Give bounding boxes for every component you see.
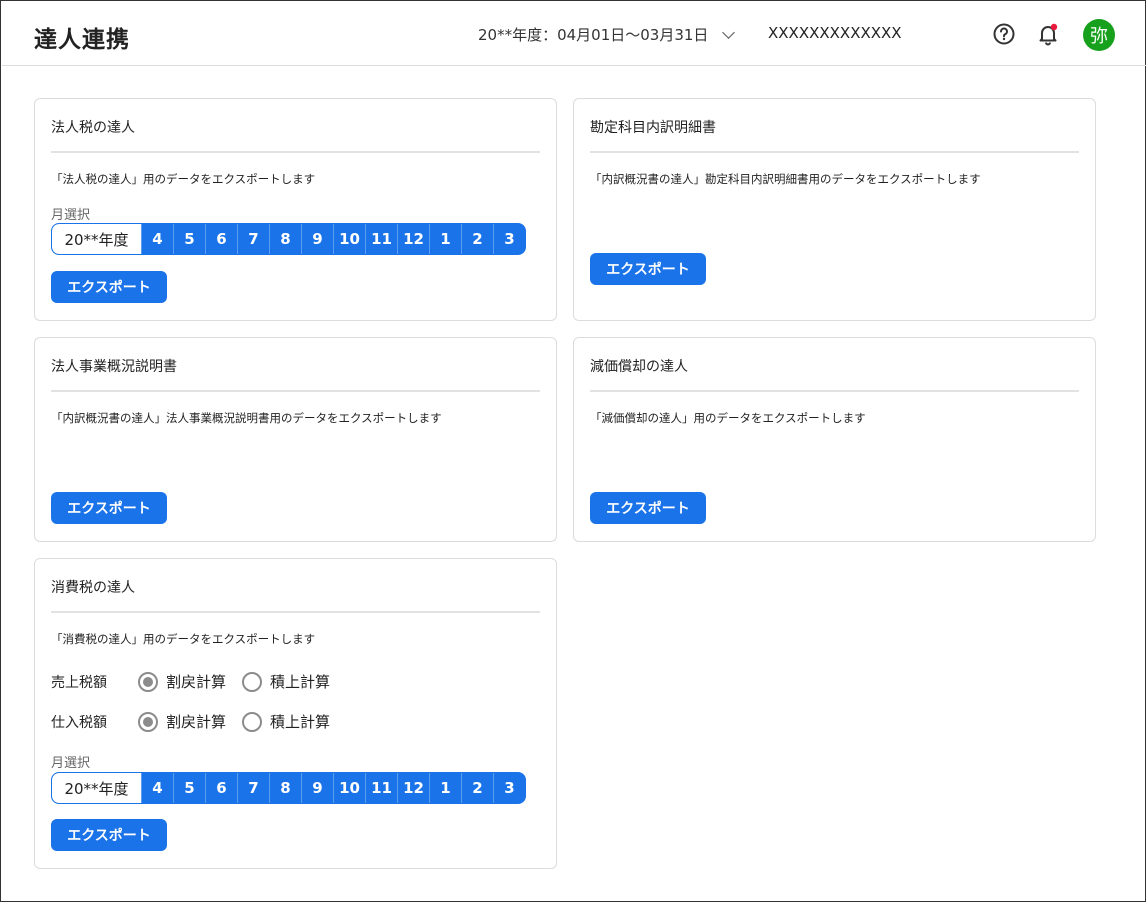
radio-button[interactable] <box>242 671 263 692</box>
month-year-label: 20**年度 <box>52 224 141 254</box>
bell-icon[interactable] <box>1034 20 1062 48</box>
option-label: 割戻計算 <box>166 673 227 691</box>
fiscal-period-selector[interactable]: 20**年度：04月01日〜03月31日 <box>478 24 736 45</box>
month-button[interactable]: 7 <box>237 224 269 254</box>
month-button[interactable]: 9 <box>301 224 333 254</box>
month-year-label: 20**年度 <box>52 773 141 803</box>
purchase-tax-label: 仕入税額 <box>51 714 107 731</box>
app-window: 達人連携 20**年度：04月01日〜03月31日 XXXXXXXXXXXXX … <box>0 0 1146 902</box>
divider <box>51 611 540 613</box>
month-select-label: 月選択 <box>51 208 91 223</box>
card-title: 勘定科目内訳明細書 <box>590 120 716 136</box>
month-button[interactable]: 4 <box>141 773 173 803</box>
card-description: 「内訳概況書の達人」勘定科目内訳明細書用のデータをエクスポートします <box>590 172 981 186</box>
month-button[interactable]: 6 <box>205 773 237 803</box>
radio-button[interactable] <box>138 671 158 692</box>
card-description: 「内訳概況書の達人」法人事業概況説明書用のデータをエクスポートします <box>51 411 442 425</box>
month-button[interactable]: 8 <box>269 773 301 803</box>
card-title: 減価償却の達人 <box>590 359 688 375</box>
radio-button[interactable] <box>242 711 263 732</box>
month-button[interactable]: 9 <box>301 773 333 803</box>
month-button[interactable]: 12 <box>397 224 429 254</box>
month-button[interactable]: 3 <box>493 773 525 803</box>
card-title: 法人事業概況説明書 <box>51 359 177 375</box>
option-label: 積上計算 <box>270 673 331 691</box>
month-button[interactable]: 8 <box>269 224 301 254</box>
card-consumption-tax: 消費税の達人 「消費税の達人」用のデータをエクスポートします 売上税額 割戻計算… <box>34 558 557 869</box>
card-account-detail: 勘定科目内訳明細書 「内訳概況書の達人」勘定科目内訳明細書用のデータをエクスポー… <box>573 98 1096 321</box>
card-description: 「減価償却の達人」用のデータをエクスポートします <box>590 411 866 425</box>
export-button[interactable]: エクスポート <box>51 271 167 303</box>
company-name: XXXXXXXXXXXXX <box>768 24 902 42</box>
month-button[interactable]: 1 <box>429 773 461 803</box>
card-depreciation: 減価償却の達人 「減価償却の達人」用のデータをエクスポートします エクスポート <box>573 337 1096 542</box>
export-button[interactable]: エクスポート <box>51 492 167 524</box>
app-header: 達人連携 20**年度：04月01日〜03月31日 XXXXXXXXXXXXX … <box>2 2 1146 66</box>
sales-tax-row: 売上税額 割戻計算 積上計算 <box>51 671 346 692</box>
card-business-summary: 法人事業概況説明書 「内訳概況書の達人」法人事業概況説明書用のデータをエクスポー… <box>34 337 557 542</box>
month-button[interactable]: 10 <box>333 224 365 254</box>
radio-button[interactable] <box>138 711 158 732</box>
divider <box>590 390 1079 392</box>
card-description: 「消費税の達人」用のデータをエクスポートします <box>51 632 316 646</box>
option-label: 積上計算 <box>270 713 331 731</box>
month-button[interactable]: 3 <box>493 224 525 254</box>
avatar[interactable]: 弥 <box>1083 19 1115 51</box>
month-button[interactable]: 2 <box>461 773 493 803</box>
month-select-label: 月選択 <box>51 756 91 771</box>
purchase-tax-row: 仕入税額 割戻計算 積上計算 <box>51 711 346 732</box>
option-label: 割戻計算 <box>166 713 227 731</box>
month-button[interactable]: 4 <box>141 224 173 254</box>
month-button[interactable]: 11 <box>365 224 397 254</box>
card-title: 法人税の達人 <box>51 120 135 136</box>
month-selector: 20**年度 4 5 6 7 8 9 10 11 12 1 2 3 <box>51 772 526 804</box>
month-button[interactable]: 11 <box>365 773 397 803</box>
month-selector: 20**年度 4 5 6 7 8 9 10 11 12 1 2 3 <box>51 223 526 255</box>
card-description: 「法人税の達人」用のデータをエクスポートします <box>51 172 316 186</box>
month-button[interactable]: 5 <box>173 224 205 254</box>
chevron-down-icon <box>722 25 736 39</box>
month-button[interactable]: 1 <box>429 224 461 254</box>
month-button[interactable]: 6 <box>205 224 237 254</box>
sales-tsumiage-option[interactable]: 積上計算 <box>242 671 330 692</box>
help-circle-icon[interactable] <box>990 20 1018 48</box>
purchase-tsumiage-option[interactable]: 積上計算 <box>242 711 330 732</box>
month-button[interactable]: 5 <box>173 773 205 803</box>
month-button[interactable]: 2 <box>461 224 493 254</box>
month-button[interactable]: 12 <box>397 773 429 803</box>
page-title: 達人連携 <box>34 27 130 53</box>
export-button[interactable]: エクスポート <box>590 253 706 285</box>
sales-tax-label: 売上税額 <box>51 674 107 691</box>
card-corp-tax: 法人税の達人 「法人税の達人」用のデータをエクスポートします 月選択 20**年… <box>34 98 557 321</box>
month-button[interactable]: 10 <box>333 773 365 803</box>
export-button[interactable]: エクスポート <box>51 819 167 851</box>
divider <box>51 151 540 153</box>
purchase-warimodoshi-option[interactable]: 割戻計算 <box>138 711 226 732</box>
fiscal-period-label: 20**年度：04月01日〜03月31日 <box>478 26 709 44</box>
export-button[interactable]: エクスポート <box>590 492 706 524</box>
divider <box>51 390 540 392</box>
sales-warimodoshi-option[interactable]: 割戻計算 <box>138 671 226 692</box>
divider <box>590 151 1079 153</box>
month-button[interactable]: 7 <box>237 773 269 803</box>
card-title: 消費税の達人 <box>51 580 135 596</box>
